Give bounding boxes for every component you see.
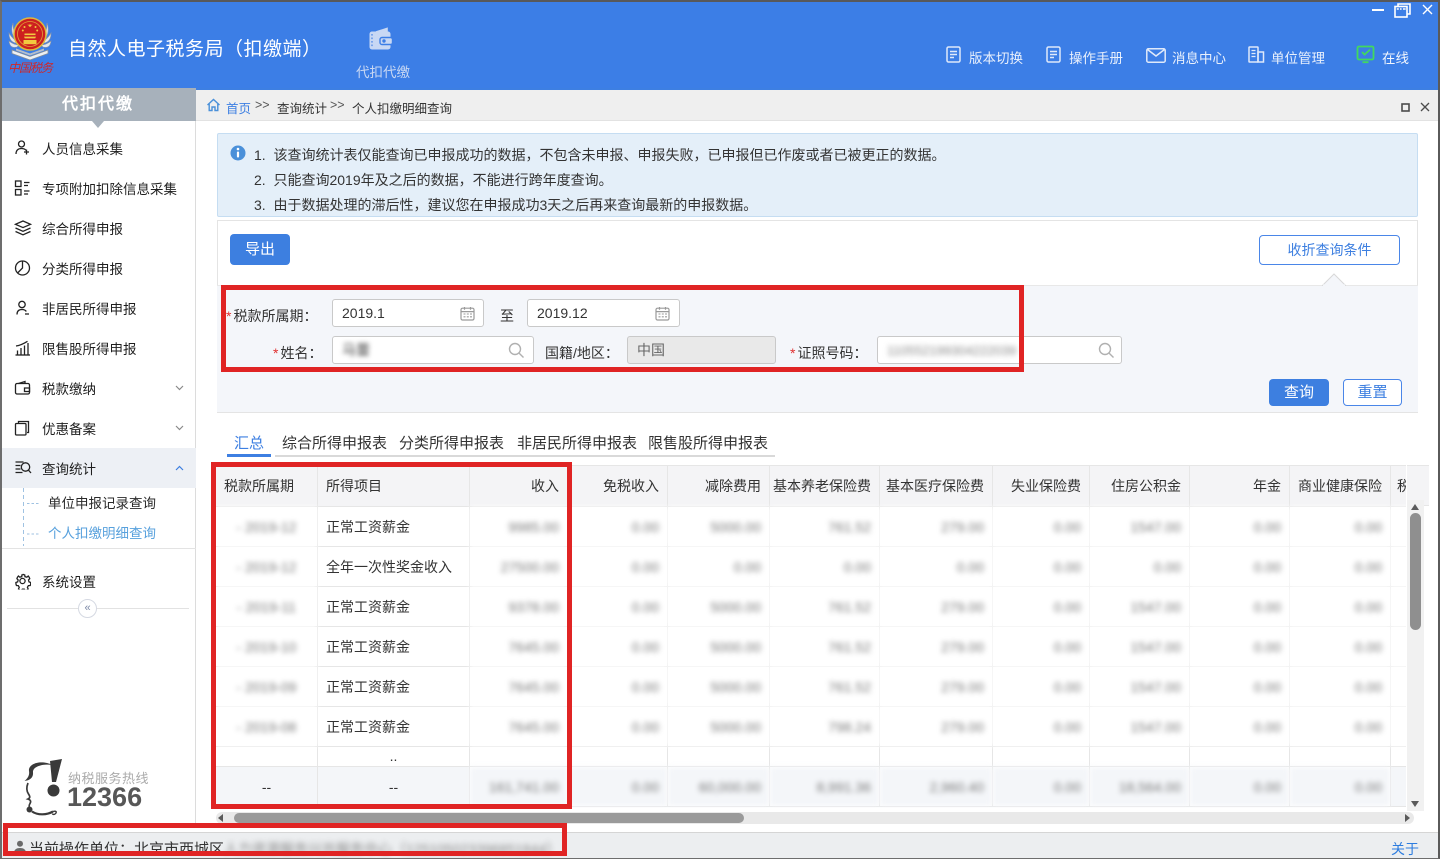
svg-text:中国税务: 中国税务: [8, 61, 54, 75]
